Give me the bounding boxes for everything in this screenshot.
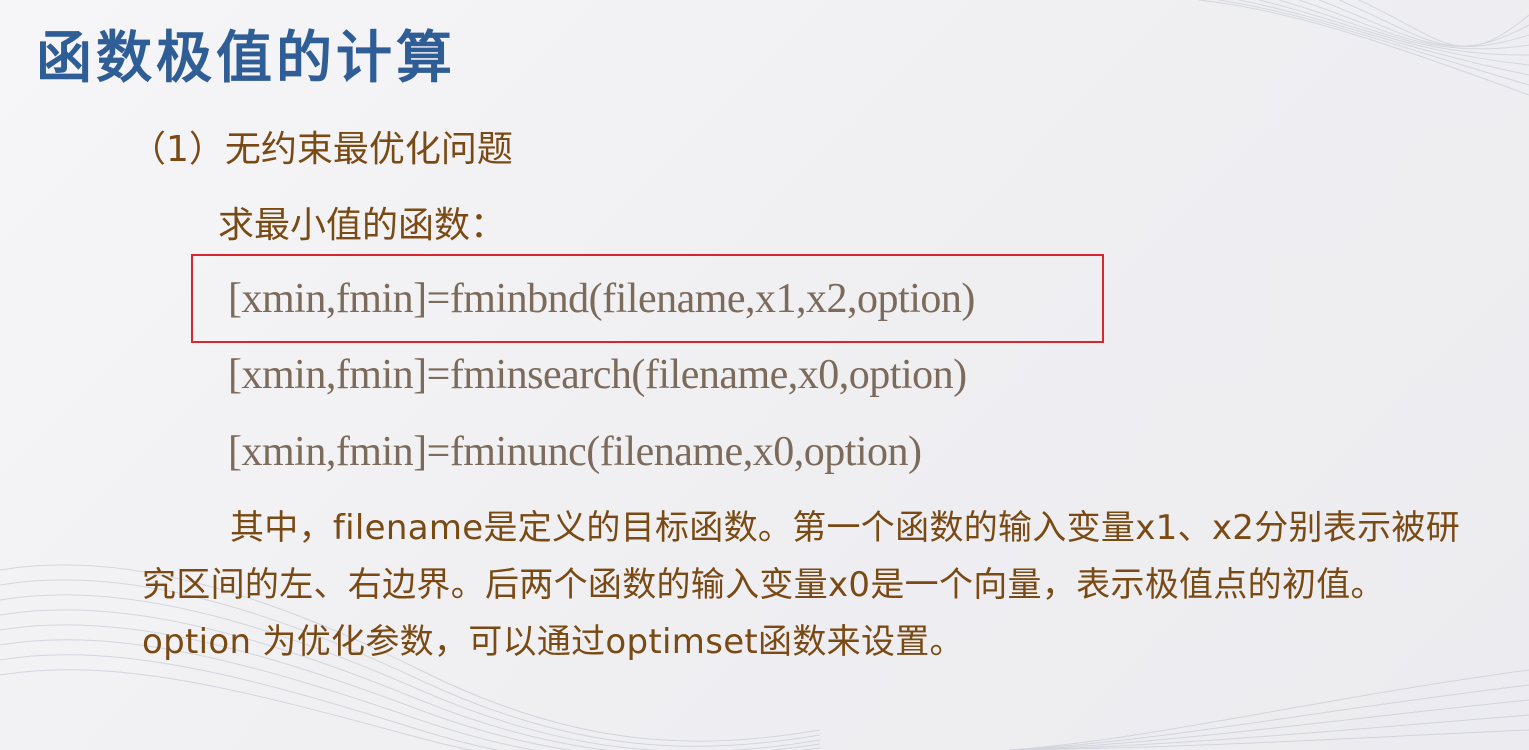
description-paragraph: 其中，filename是定义的目标函数。第一个函数的输入变量x1、x2分别表示被… xyxy=(142,508,1461,662)
subsection-heading: 求最小值的函数： xyxy=(218,205,507,246)
function-signature-fminsearch: [xmin,fmin]=fminsearch(filename,x0,optio… xyxy=(228,352,967,398)
function-signature-fminunc: [xmin,fmin]=fminunc(filename,x0,option) xyxy=(228,429,922,475)
decorative-wave-top-right xyxy=(1199,0,1529,96)
function-signature-fminbnd: [xmin,fmin]=fminbnd(filename,x1,x2,optio… xyxy=(228,276,975,322)
slide-title: 函数极值的计算 xyxy=(36,25,456,91)
slide: 函数极值的计算 （1）无约束最优化问题 求最小值的函数： [xmin,fmin]… xyxy=(0,0,1529,750)
section-heading: （1）无约束最优化问题 xyxy=(130,129,513,170)
